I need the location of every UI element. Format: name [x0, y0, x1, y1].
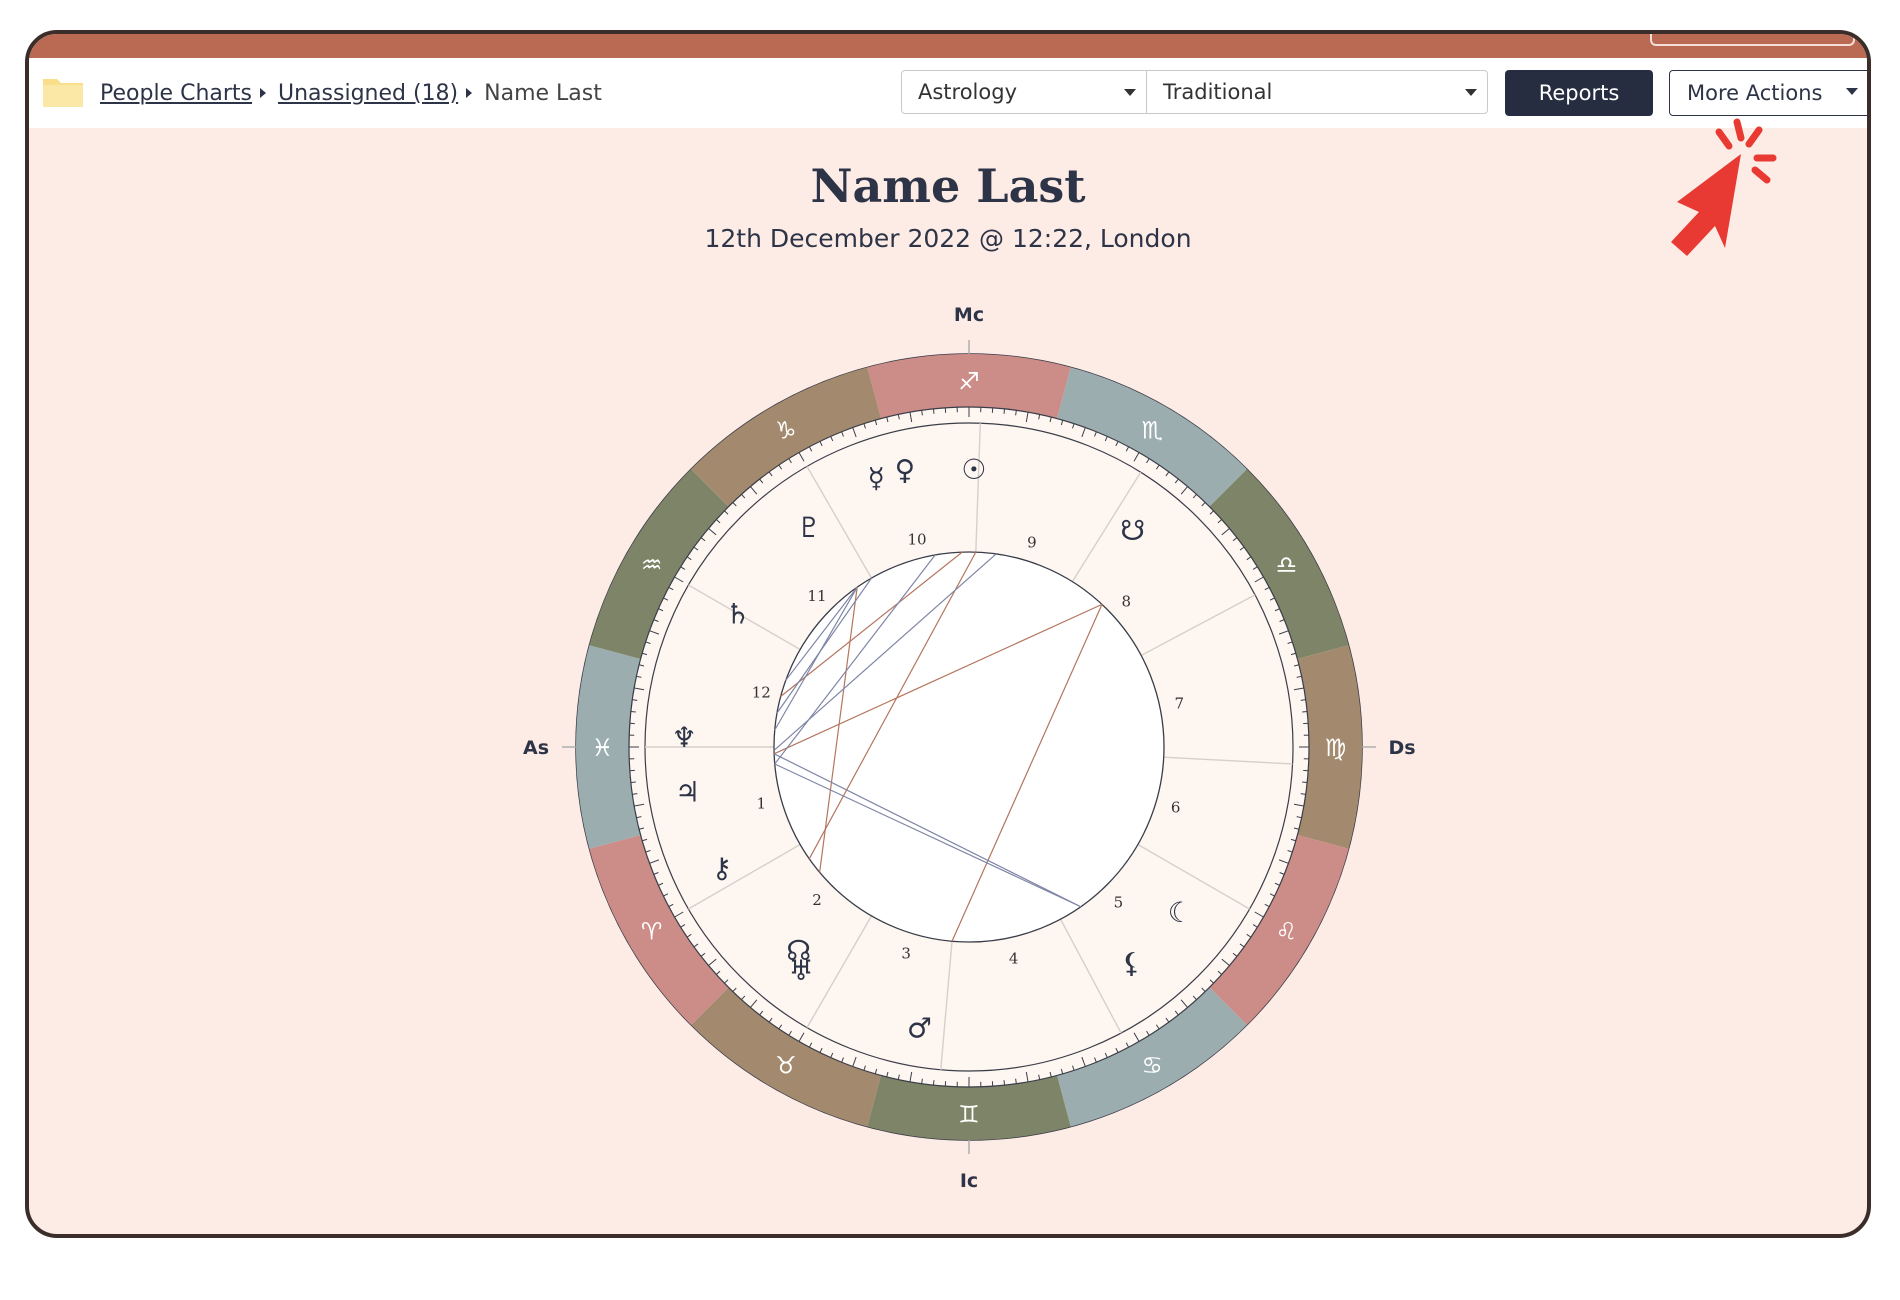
jupiter-glyph: ♃ [675, 776, 700, 809]
moon-glyph: ☾ [1168, 896, 1193, 929]
sign-glyph: ♓ [592, 734, 614, 762]
degree-tick [1300, 699, 1306, 701]
chiron-glyph: ⚷ [712, 852, 733, 885]
sign-glyph: ♌ [1276, 917, 1298, 945]
mercury-glyph: ☿ [868, 462, 885, 495]
degree-tick [630, 781, 636, 784]
sign-glyph: ♒ [641, 551, 663, 579]
natal-chart-wheel: ♐♏♎♍♌♋♊♉♈♓♒♑As DsMcIc123 456789101112☉♀☿♇♄… [523, 304, 1416, 1192]
sign-glyph: ♉ [775, 1051, 797, 1079]
degree-tick [921, 410, 923, 416]
saturn-glyph: ♄ [725, 598, 750, 631]
house-number: 9 [1027, 533, 1037, 551]
degree-tick [1015, 1078, 1017, 1084]
angle-label-as: As [523, 737, 549, 759]
house-number: 8 [1121, 592, 1131, 610]
degree-tick [632, 699, 638, 701]
house-number: 2 [812, 891, 822, 909]
sun-glyph: ☉ [961, 453, 986, 486]
degree-tick [1300, 793, 1306, 795]
house-number: 7 [1175, 694, 1185, 712]
house-number: 5 [1114, 894, 1124, 912]
degree-tick [1003, 1080, 1006, 1086]
degree-tick [1015, 410, 1017, 416]
angle-label-mc: Mc [954, 304, 984, 326]
sign-glyph: ♊ [958, 1101, 980, 1129]
south-node-glyph: ☋ [1120, 514, 1145, 547]
degree-tick [921, 1078, 923, 1084]
neptune-glyph: ♆ [672, 721, 697, 754]
sign-glyph: ♋ [1141, 1051, 1163, 1079]
degree-tick [630, 710, 636, 713]
degree-tick [932, 408, 935, 414]
sign-glyph: ♑ [775, 417, 797, 445]
house-number: 3 [901, 945, 911, 963]
sign-glyph: ♐ [958, 368, 980, 396]
degree-tick [1003, 408, 1006, 414]
house-number: 11 [807, 587, 826, 605]
degree-tick [1302, 710, 1308, 713]
uranus-glyph: ♅ [789, 954, 814, 987]
degree-tick [632, 793, 638, 795]
sign-glyph: ♎ [1276, 551, 1298, 579]
degree-tick [932, 1080, 935, 1086]
house-number: 6 [1171, 798, 1181, 816]
aspect-circle [773, 551, 1165, 943]
house-number: 10 [907, 530, 926, 548]
app-window: People Charts Unassigned (18) Name Last … [25, 30, 1871, 1238]
sign-glyph: ♍ [1325, 734, 1347, 762]
house-number: 12 [752, 683, 771, 701]
pluto-glyph: ♇ [797, 511, 822, 544]
angle-label-ds: Ds [1388, 737, 1415, 759]
degree-tick [1302, 781, 1308, 784]
house-number: 4 [1009, 949, 1019, 967]
angle-label-ic: Ic [960, 1170, 978, 1192]
sign-glyph: ♈ [641, 917, 663, 945]
sign-glyph: ♏ [1141, 417, 1163, 445]
lilith-glyph: ⚸ [1121, 947, 1142, 980]
mars-glyph: ♂ [907, 1012, 932, 1045]
venus-glyph: ♀ [895, 453, 916, 486]
house-number: 1 [757, 795, 767, 813]
